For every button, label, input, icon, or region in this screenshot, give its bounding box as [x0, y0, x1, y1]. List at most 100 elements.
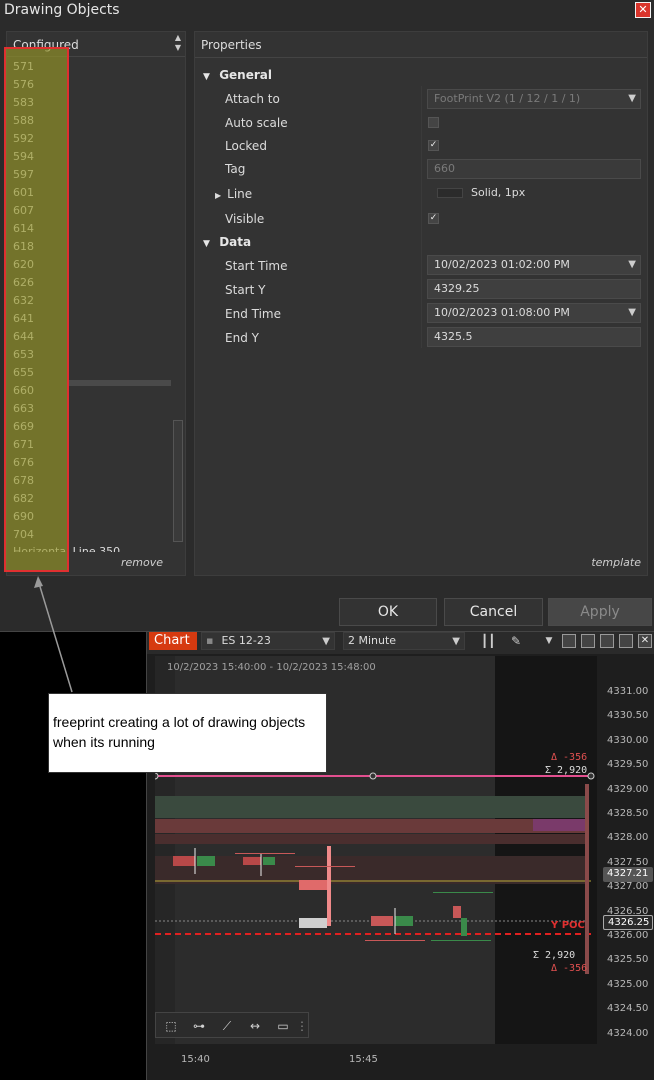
footprint-cell [395, 916, 413, 926]
chart-tab[interactable]: Chart [149, 632, 197, 650]
chevron-down-icon[interactable]: ▼ [542, 634, 556, 648]
instrument-select[interactable]: ▪ ES 12-23 ▼ [201, 632, 335, 650]
end-y-label: End Y [225, 331, 259, 345]
section-general[interactable]: ▼ General [203, 68, 272, 82]
ok-button[interactable]: OK [339, 598, 437, 626]
footprint-cell [453, 906, 461, 918]
apply-button[interactable]: Apply [548, 598, 652, 626]
tag-label: Tag [225, 162, 246, 176]
y-poc-label: Y POC [551, 920, 585, 931]
section-general-label: General [219, 68, 272, 82]
cancel-button[interactable]: Cancel [444, 598, 543, 626]
line-expander[interactable]: ▶ Line [215, 187, 252, 201]
footprint-cell [299, 880, 327, 890]
locked-checkbox[interactable]: ✓ [428, 140, 439, 151]
drawn-line-red [365, 940, 425, 941]
start-time-label: Start Time [225, 259, 288, 273]
bottom-sum-label: Σ 2,920 [533, 950, 576, 961]
price-tick-label: 4325.00 [607, 978, 649, 990]
chevron-down-icon: ▼ [628, 259, 636, 270]
section-data-label: Data [219, 235, 252, 249]
select-rect-icon[interactable]: ⬚ [162, 1018, 180, 1034]
after-session-band [495, 656, 597, 1044]
drawn-line-green [431, 940, 491, 941]
start-y-field[interactable]: 4329.25 [427, 279, 641, 299]
price-tick-label: 4327.00 [607, 881, 649, 893]
price-tick-label: 4329.50 [607, 759, 649, 771]
tag-field[interactable]: 660 [427, 159, 641, 179]
top-delta-label: Δ -356 [551, 752, 588, 763]
line-anchor [369, 772, 377, 780]
price-tick-label: 4328.00 [607, 832, 649, 844]
footprint-cell [243, 857, 261, 865]
tag-value: 660 [434, 162, 455, 175]
chart-date-range: 10/2/2023 15:40:00 - 10/2/2023 15:48:00 [167, 662, 376, 673]
line-tool-icon[interactable]: ⊶ [190, 1018, 208, 1034]
price-tick-label: 4328.50 [607, 808, 649, 819]
template-link[interactable]: template [591, 556, 641, 569]
footprint-cell [197, 856, 215, 866]
price-tick-label: 4326.00 [607, 930, 649, 941]
line-anchor [155, 772, 159, 780]
end-y-field[interactable]: 4325.5 [427, 327, 641, 347]
end-time-label: End Time [225, 307, 281, 321]
right-profile-column [585, 784, 589, 974]
instrument-value: ES 12-23 [221, 634, 271, 647]
line-style-swatch[interactable] [437, 188, 463, 198]
remove-link[interactable]: remove [121, 556, 163, 569]
time-label: 15:40 [181, 1054, 210, 1065]
start-time-picker[interactable]: 10/02/2023 01:02:00 PM ▼ [427, 255, 641, 275]
attach-to-value: FootPrint V2 (1 / 12 / 1 / 1) [434, 92, 581, 105]
list-scrollbar[interactable] [173, 420, 183, 542]
price-axis[interactable]: 4324.00 4324.50 4325.00 4325.50 4326.00 4326.… [597, 656, 654, 1044]
close-icon[interactable]: ✕ [638, 634, 652, 648]
auto-scale-label: Auto scale [225, 116, 288, 130]
chart-toolbar: Chart ▪ ES 12-23 ▼ 2 Minute ▼ ┃┃ ✎ ▼ ✕ [147, 632, 654, 654]
drawn-line-green [433, 892, 493, 893]
start-y-label: Start Y [225, 283, 266, 297]
last-price-tag: 4327.21 [603, 867, 653, 882]
section-data[interactable]: ▼ Data [203, 235, 251, 249]
more-tools-icon[interactable]: ⋮ [296, 1018, 308, 1034]
price-tick-label: 4324.50 [607, 1003, 649, 1015]
candle-body [327, 846, 331, 926]
interval-value: 2 Minute [348, 634, 397, 647]
maximize-icon[interactable] [619, 634, 633, 648]
sort-arrows-icon[interactable]: ▲ ▼ [173, 33, 183, 53]
price-tick-label: 4324.00 [607, 1027, 649, 1039]
volume-band-dark [155, 834, 585, 844]
chevron-down-icon: ▼ [322, 636, 330, 647]
properties-header-divider [195, 57, 647, 58]
caret-right-icon: ▶ [215, 191, 222, 200]
pencil-icon[interactable]: ✎ [509, 634, 523, 648]
window-control-icon[interactable] [581, 634, 595, 648]
properties-panel: Properties ▼ General Attach to FootPrint… [194, 31, 648, 576]
time-label: 15:45 [349, 1054, 378, 1065]
close-icon[interactable]: ✕ [635, 2, 651, 18]
rectangle-tool-icon[interactable]: ▭ [274, 1018, 292, 1034]
attach-to-select[interactable]: FootPrint V2 (1 / 12 / 1 / 1) ▼ [427, 89, 641, 109]
interval-select[interactable]: 2 Minute ▼ [343, 632, 465, 650]
bar-type-icon[interactable]: ┃┃ [481, 634, 495, 648]
footprint-cell [299, 918, 327, 928]
attach-to-label: Attach to [225, 92, 280, 106]
auto-scale-checkbox[interactable] [428, 117, 439, 128]
horizontal-line-tool-icon[interactable]: ↔ [246, 1018, 264, 1034]
visible-checkbox[interactable]: ✓ [428, 213, 439, 224]
properties-title: Properties [201, 38, 262, 52]
bottom-delta-label: Δ -356 [551, 963, 588, 974]
locked-label: Locked [225, 139, 267, 153]
end-time-picker[interactable]: 10/02/2023 01:08:00 PM ▼ [427, 303, 641, 323]
chevron-down-icon: ▼ [628, 307, 636, 318]
chevron-down-icon: ▼ [452, 636, 460, 647]
minimize-icon[interactable] [600, 634, 614, 648]
title-bar: Drawing Objects ✕ [0, 0, 654, 22]
start-time-value: 10/02/2023 01:02:00 PM [434, 258, 570, 271]
price-tick-label: 4330.50 [607, 710, 649, 722]
instrument-icon: ▪ [206, 634, 214, 647]
ray-tool-icon[interactable]: ⟋ [218, 1018, 236, 1034]
window-control-icon[interactable] [562, 634, 576, 648]
candle-body [461, 918, 467, 936]
profile-bar [533, 819, 585, 831]
visible-label: Visible [225, 212, 265, 226]
